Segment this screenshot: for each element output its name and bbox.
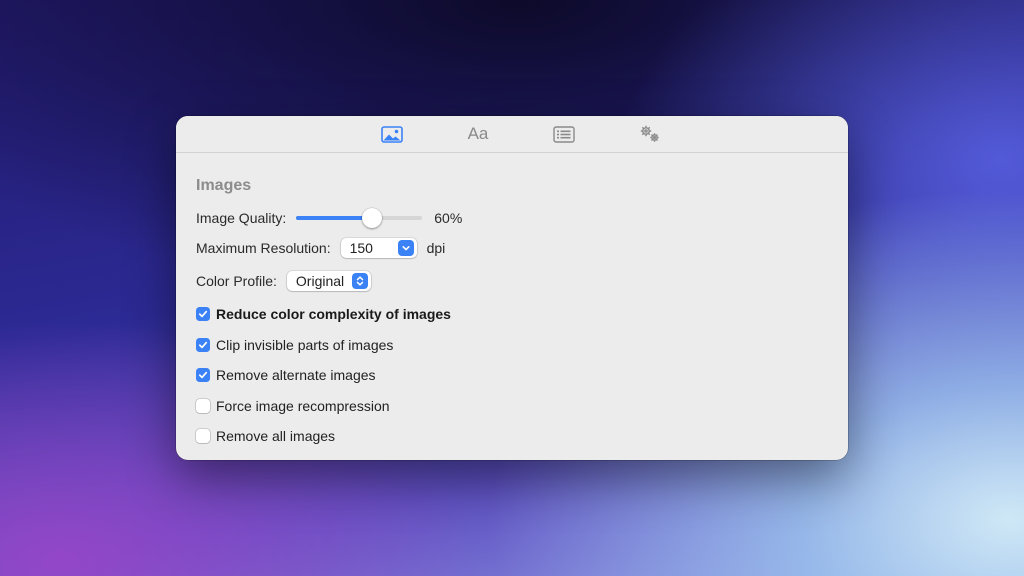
color-profile-select[interactable]: Original [286,271,372,291]
color-profile-label: Color Profile: [196,273,277,289]
text-aa-icon: Aa [467,124,489,143]
color-profile-row: Color Profile: Original [196,266,828,296]
section-title: Images [196,177,252,194]
option-clip-invisible-parts[interactable]: Clip invisible parts of images [196,330,828,361]
gears-icon [640,125,659,142]
image-quality-value: 60% [434,210,463,226]
option-force-recompression[interactable]: Force image recompression [196,391,828,422]
option-remove-all-images[interactable]: Remove all images [196,421,828,452]
option-label: Remove all images [216,428,336,445]
preferences-window: Aa Images Image Quality: 60% Maximum Res… [176,116,848,460]
max-resolution-select[interactable]: 150 [340,238,417,258]
option-label: Force image recompression [216,397,390,414]
tab-images[interactable] [370,119,414,149]
max-resolution-row: Maximum Resolution: 150 dpi [196,233,828,263]
list-icon [553,125,575,143]
max-resolution-label: Maximum Resolution: [196,240,331,256]
color-profile-value: Original [295,273,345,289]
chevron-down-icon [397,240,414,256]
checkmark-icon [198,311,208,318]
checkbox[interactable] [196,429,210,444]
images-panel: Images Image Quality: 60% Maximum Resolu… [176,153,848,452]
tab-advanced[interactable] [628,119,672,149]
option-reduce-color-complexity[interactable]: Reduce color complexity of images [196,299,828,330]
option-label: Clip invisible parts of images [216,336,394,353]
checkmark-icon [198,372,208,379]
tab-fonts[interactable]: Aa [456,119,500,149]
option-label: Reduce color complexity of images [216,306,451,323]
toolbar: Aa [176,116,848,153]
checkmark-icon [198,341,208,348]
image-quality-label: Image Quality: [196,210,287,226]
slider-thumb[interactable] [362,208,383,228]
image-quality-slider[interactable] [296,207,423,229]
checkbox[interactable] [196,398,210,413]
image-icon [381,125,403,143]
max-resolution-value: 150 [349,240,373,256]
tab-document[interactable] [542,119,586,149]
image-quality-row: Image Quality: 60% [196,203,828,233]
checkbox[interactable] [196,337,210,352]
resolution-unit: dpi [426,240,446,256]
option-label: Remove alternate images [216,367,376,384]
slider-fill [296,216,373,220]
checkbox[interactable] [196,307,210,322]
chevron-up-down-icon [352,273,369,289]
checkbox[interactable] [196,368,210,383]
option-remove-alternate-images[interactable]: Remove alternate images [196,360,828,391]
